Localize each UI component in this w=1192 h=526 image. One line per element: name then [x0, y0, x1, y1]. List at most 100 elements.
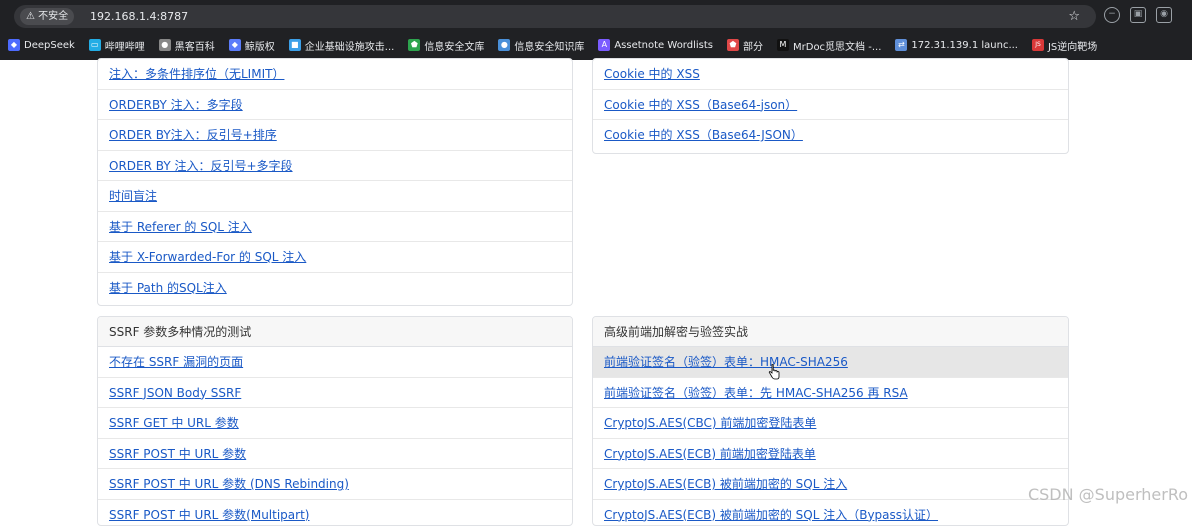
page-content: 注入：多条件排序位（无LIMIT） ORDERBY 注入：多字段 ORDER BY注… — [0, 60, 1192, 512]
minus-circle-icon[interactable]: − — [1104, 7, 1120, 23]
ssrf-panel: SSRF 参数多种情况的测试 不存在 SSRF 漏洞的页面 SSRF JSON B… — [97, 316, 573, 526]
bookmark-label: 信息安全知识库 — [514, 38, 584, 53]
list-item: Cookie 中的 XSS（Base64-JSON） — [593, 120, 1068, 151]
list-item-link[interactable]: Cookie 中的 XSS（Base64-JSON） — [604, 128, 803, 142]
list-item: ORDERBY 注入：多字段 — [98, 90, 572, 121]
cube-icon: ■ — [289, 39, 301, 51]
security-indicator[interactable]: ⚠ 不安全 — [20, 8, 74, 25]
list-item-link[interactable]: Cookie 中的 XSS — [604, 67, 700, 81]
list-item: 前端验证签名（验签）表单：HMAC-SHA256 — [593, 347, 1068, 378]
list-item: SSRF POST 中 URL 参数 (DNS Rebinding) — [98, 469, 572, 500]
list-item: 前端验证签名（验签）表单：先 HMAC-SHA256 再 RSA — [593, 378, 1068, 409]
profile-icon[interactable]: ◉ — [1156, 7, 1172, 23]
bookmark-label: MrDoc觅思文档 -... — [793, 38, 881, 53]
list-item-link[interactable]: 前端验证签名（验签）表单：先 HMAC-SHA256 再 RSA — [604, 386, 908, 400]
list-item: CryptoJS.AES(ECB) 被前端加密的 SQL 注入（Bypass认证… — [593, 500, 1068, 526]
bookmark-item[interactable]: ● 黑客百科 — [159, 38, 215, 53]
whale-icon: ◆ — [229, 39, 241, 51]
cookie-xss-list: Cookie 中的 XSS Cookie 中的 XSS（Base64-json） C… — [593, 59, 1068, 151]
shield-icon: ⬟ — [727, 39, 739, 51]
list-item-link[interactable]: 基于 X-Forwarded-For 的 SQL 注入 — [109, 250, 306, 264]
bookmarks-bar: ◆DeepSeek▭哔哩哔哩●黑客百科◆鲸版权■企业基础设施攻击...⬟信息安全… — [8, 36, 1097, 54]
bookmark-label: 172.31.139.1 launc... — [911, 40, 1018, 51]
hand-cursor-icon — [768, 364, 780, 380]
list-item: CryptoJS.AES(ECB) 前端加密登陆表单 — [593, 439, 1068, 470]
bookmark-label: 部分 — [743, 38, 763, 53]
list-item: ORDER BY注入：反引号+排序 — [98, 120, 572, 151]
list-item-link[interactable]: SSRF POST 中 URL 参数 — [109, 447, 246, 461]
list-item-link[interactable]: ORDER BY 注入：反引号+多字段 — [109, 159, 293, 173]
crypto-panel: 高级前端加解密与验签实战 前端验证签名（验签）表单：HMAC-SHA256前端验… — [592, 316, 1069, 526]
globe-icon: ● — [498, 39, 510, 51]
bookmark-label: 黑客百科 — [175, 38, 215, 53]
bookmark-star-icon[interactable]: ☆ — [1068, 5, 1080, 28]
list-item-link[interactable]: CryptoJS.AES(ECB) 前端加密登陆表单 — [604, 447, 816, 461]
list-item: 基于 X-Forwarded-For 的 SQL 注入 — [98, 242, 572, 273]
list-item-link[interactable]: 基于 Referer 的 SQL 注入 — [109, 220, 252, 234]
bookmark-item[interactable]: AAssetnote Wordlists — [598, 39, 713, 51]
list-item-link[interactable]: 时间盲注 — [109, 189, 157, 203]
sql-injection-panel: 注入：多条件排序位（无LIMIT） ORDERBY 注入：多字段 ORDER BY注… — [97, 58, 573, 306]
globe-icon: ● — [159, 39, 171, 51]
ssrf-panel-title: SSRF 参数多种情况的测试 — [98, 317, 572, 347]
url-text[interactable]: 192.168.1.4:8787 — [90, 5, 188, 28]
list-item-link[interactable]: ORDER BY注入：反引号+排序 — [109, 128, 277, 142]
bookmark-item[interactable]: ● 信息安全知识库 — [498, 38, 584, 53]
list-item: SSRF GET 中 URL 参数 — [98, 408, 572, 439]
bookmark-item[interactable]: ⬟信息安全文库 — [408, 38, 484, 53]
list-item-link[interactable]: CryptoJS.AES(CBC) 前端加密登陆表单 — [604, 416, 816, 430]
list-item: 注入：多条件排序位（无LIMIT） — [98, 59, 572, 90]
list-item-link[interactable]: SSRF POST 中 URL 参数(Multipart) — [109, 508, 309, 522]
bookmark-item[interactable]: ■ 企业基础设施攻击... — [289, 38, 395, 53]
bookmark-item[interactable]: ◆ 鲸版权 — [229, 38, 275, 53]
whale-icon: ◆ — [8, 39, 20, 51]
bookmark-item[interactable]: JSJS逆向靶场 — [1032, 38, 1097, 53]
list-item-link[interactable]: ORDERBY 注入：多字段 — [109, 98, 243, 112]
list-item: 时间盲注 — [98, 181, 572, 212]
list-item: 不存在 SSRF 漏洞的页面 — [98, 347, 572, 378]
list-item-link[interactable]: 基于 Path 的SQL注入 — [109, 281, 227, 295]
list-item-link[interactable]: 注入：多条件排序位（无LIMIT） — [109, 67, 284, 81]
bookmark-item[interactable]: M MrDoc觅思文档 -... — [777, 38, 881, 53]
bookmark-item[interactable]: ▭哔哩哔哩 — [89, 38, 145, 53]
m-icon: M — [777, 39, 789, 51]
address-bar[interactable]: ⚠ 不安全 192.168.1.4:8787 ☆ — [14, 5, 1096, 28]
list-item-link[interactable]: CryptoJS.AES(ECB) 被前端加密的 SQL 注入 — [604, 477, 847, 491]
crypto-list: 前端验证签名（验签）表单：HMAC-SHA256 前端验证签名（验签）表单：先 H… — [593, 347, 1068, 526]
image-icon[interactable]: ▣ — [1130, 7, 1146, 23]
csdn-watermark: CSDN @SuperherRo — [1028, 485, 1188, 504]
list-item-link[interactable]: CryptoJS.AES(ECB) 被前端加密的 SQL 注入（Bypass认证… — [604, 508, 938, 522]
list-item: CryptoJS.AES(ECB) 被前端加密的 SQL 注入 — [593, 469, 1068, 500]
list-item-link[interactable]: 不存在 SSRF 漏洞的页面 — [109, 355, 243, 369]
list-item: 基于 Referer 的 SQL 注入 — [98, 212, 572, 243]
list-item-link[interactable]: 前端验证签名（验签）表单：HMAC-SHA256 — [604, 355, 848, 369]
bookmark-label: JS逆向靶场 — [1048, 38, 1097, 53]
a-icon: A — [598, 39, 610, 51]
bookmark-label: 企业基础设施攻击... — [305, 38, 395, 53]
browser-chrome: ⚠ 不安全 192.168.1.4:8787 ☆ − ▣ ◉ ◆ DeepSeek… — [0, 0, 1192, 60]
list-item-link[interactable]: SSRF JSON Body SSRF — [109, 386, 241, 400]
tv-icon: ▭ — [89, 39, 101, 51]
list-item: CryptoJS.AES(CBC) 前端加密登陆表单 — [593, 408, 1068, 439]
list-item: SSRF JSON Body SSRF — [98, 378, 572, 409]
bookmark-item[interactable]: ⇄172.31.139.1 launc... — [895, 39, 1018, 51]
bookmark-label: 鲸版权 — [245, 38, 275, 53]
bookmark-item[interactable]: ⬟ 部分 — [727, 38, 763, 53]
sql-injection-list: 注入：多条件排序位（无LIMIT） ORDERBY 注入：多字段 ORDER BY注… — [98, 59, 572, 303]
list-item: SSRF POST 中 URL 参数(Multipart) — [98, 500, 572, 526]
security-label: 不安全 — [38, 11, 68, 22]
list-item-link[interactable]: Cookie 中的 XSS（Base64-json） — [604, 98, 797, 112]
crypto-panel-title: 高级前端加解密与验签实战 — [593, 317, 1068, 347]
cookie-xss-panel: Cookie 中的 XSS Cookie 中的 XSS（Base64-json） C… — [592, 58, 1069, 154]
ssrf-list: 不存在 SSRF 漏洞的页面 SSRF JSON Body SSRF SSRF GE… — [98, 347, 572, 526]
toolbar-icons: − ▣ ◉ — [1104, 7, 1172, 23]
list-item-link[interactable]: SSRF POST 中 URL 参数 (DNS Rebinding) — [109, 477, 349, 491]
bookmark-label: 信息安全文库 — [424, 38, 484, 53]
list-item: 基于 Path 的SQL注入 — [98, 273, 572, 304]
list-item: SSRF POST 中 URL 参数 — [98, 439, 572, 470]
list-item-link[interactable]: SSRF GET 中 URL 参数 — [109, 416, 239, 430]
bookmark-item[interactable]: ◆ DeepSeek — [8, 39, 75, 51]
bookmark-label: DeepSeek — [24, 40, 75, 51]
list-item: Cookie 中的 XSS — [593, 59, 1068, 90]
list-item: ORDER BY 注入：反引号+多字段 — [98, 151, 572, 182]
